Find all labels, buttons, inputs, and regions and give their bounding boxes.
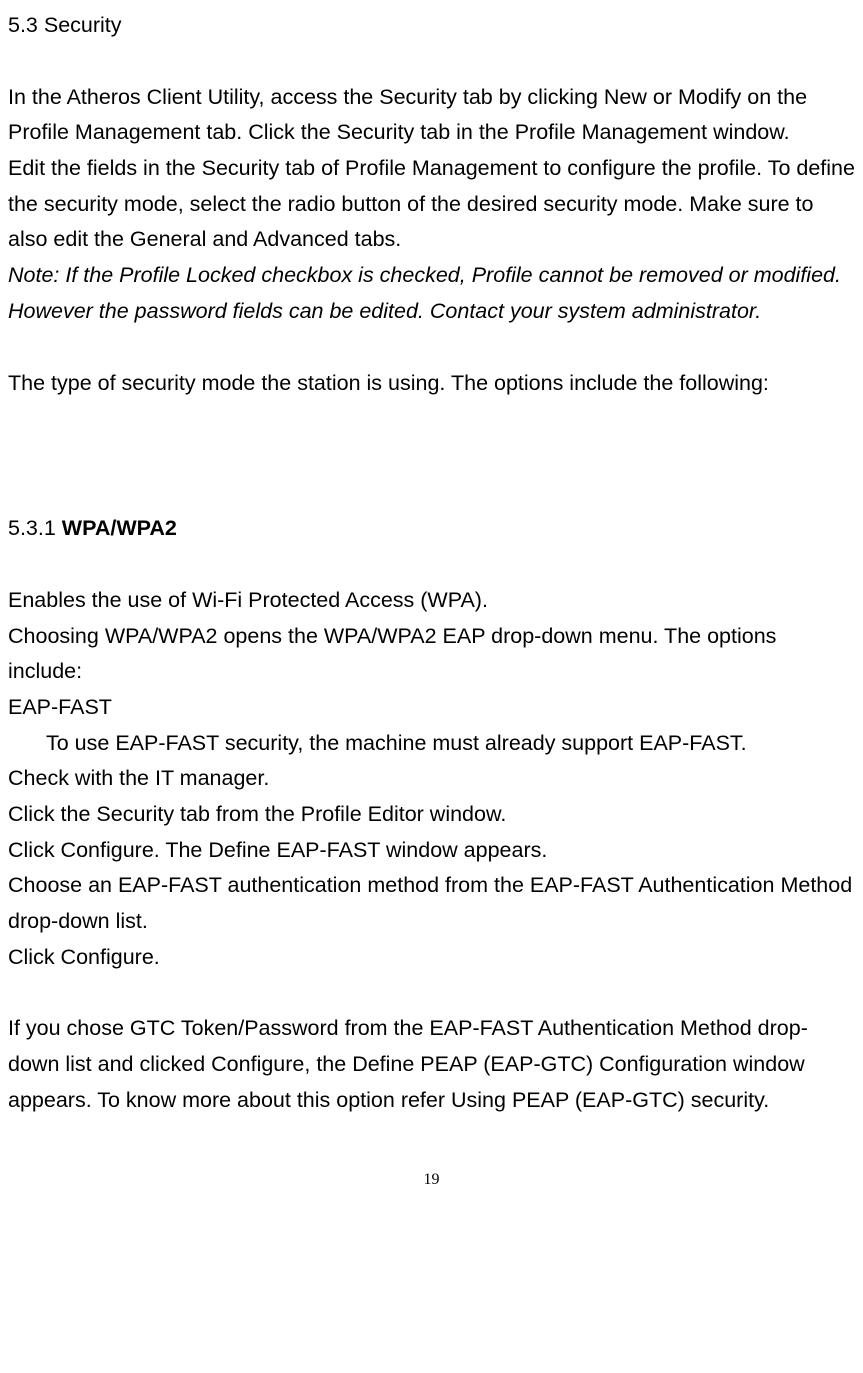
eap-fast-label: EAP-FAST — [8, 690, 855, 726]
section-heading-5-3-1: 5.3.1 WPA/WPA2 — [8, 511, 855, 547]
note-paragraph: Note: If the Profile Locked checkbox is … — [8, 258, 855, 329]
page-number: 19 — [8, 1167, 855, 1194]
wpa-step-4: Click Configure. — [8, 940, 855, 976]
paragraph-intro-2: Edit the fields in the Security tab of P… — [8, 151, 855, 258]
paragraph-intro-1: In the Atheros Client Utility, access th… — [8, 80, 855, 151]
spacer — [8, 975, 855, 1011]
wpa-step-3: Choose an EAP-FAST authentication method… — [8, 868, 855, 939]
wpa-paragraph-2: Choosing WPA/WPA2 opens the WPA/WPA2 EAP… — [8, 619, 855, 690]
spacer — [8, 330, 855, 366]
heading-bold: WPA/WPA2 — [62, 516, 177, 540]
section-heading-5-3: 5.3 Security — [8, 8, 855, 44]
wpa-paragraph-1: Enables the use of Wi-Fi Protected Acces… — [8, 583, 855, 619]
wpa-step-1: Click the Security tab from the Profile … — [8, 797, 855, 833]
heading-prefix: 5.3.1 — [8, 516, 62, 540]
wpa-step-2: Click Configure. The Define EAP-FAST win… — [8, 833, 855, 869]
spacer — [8, 401, 855, 511]
eap-fast-line-1: To use EAP-FAST security, the machine mu… — [8, 726, 855, 762]
eap-fast-line-2: Check with the IT manager. — [8, 761, 855, 797]
paragraph-security-mode: The type of security mode the station is… — [8, 366, 855, 402]
gtc-paragraph: If you chose GTC Token/Password from the… — [8, 1011, 855, 1118]
